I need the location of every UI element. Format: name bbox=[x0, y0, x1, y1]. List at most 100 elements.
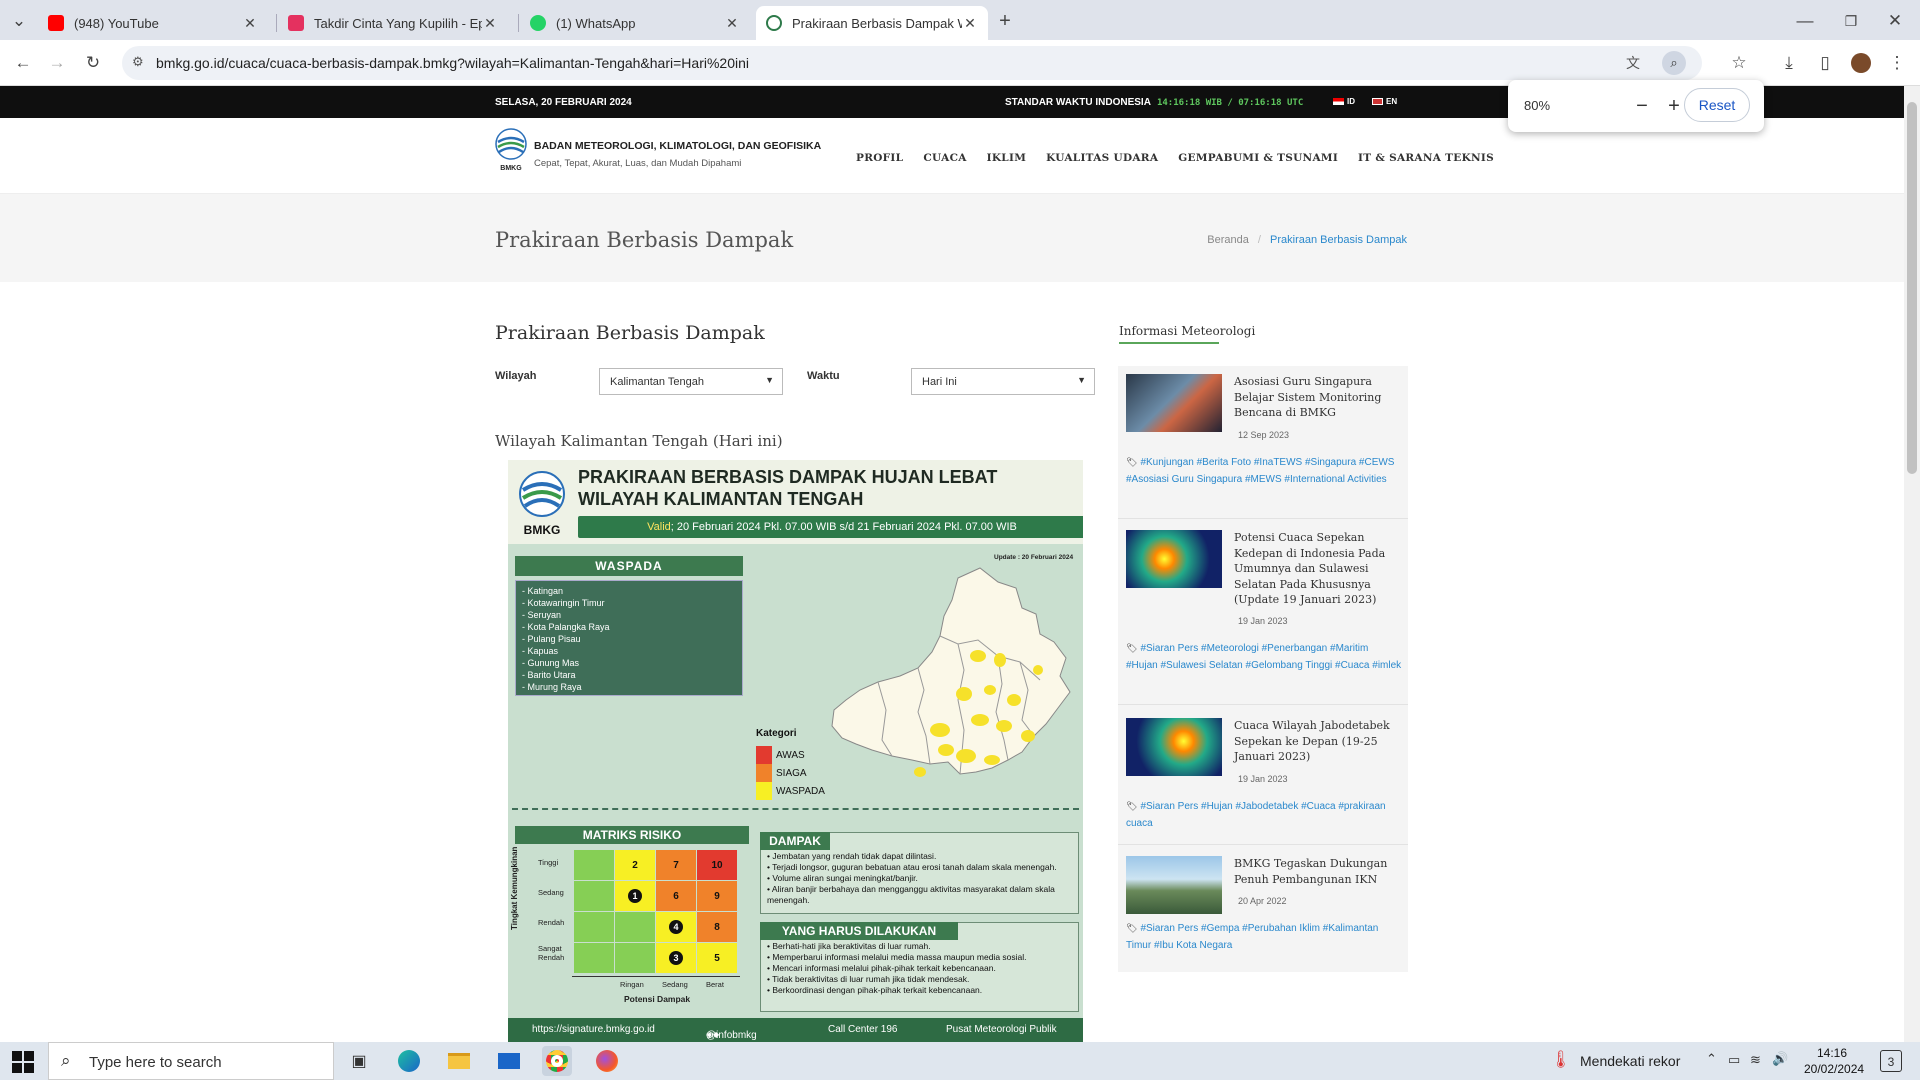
volume-icon[interactable]: 🔊 bbox=[1772, 1051, 1788, 1067]
breadcrumb-home[interactable]: Beranda bbox=[1207, 234, 1249, 246]
news-tags[interactable]: 🏷 #Siaran Pers #Meteorologi #Penerbangan … bbox=[1126, 640, 1402, 674]
list-item: • Berkoordinasi dengan pihak-pihak terka… bbox=[767, 985, 983, 995]
windows-start-icon[interactable] bbox=[12, 1051, 34, 1073]
scrollbar-thumb[interactable] bbox=[1907, 102, 1917, 474]
waktu-select[interactable]: Hari Ini ▼ bbox=[911, 368, 1095, 395]
weather-text[interactable]: Mendekati rekor bbox=[1580, 1053, 1680, 1069]
nav-gempabumi[interactable]: GEMPABUMI & TSUNAMI bbox=[1178, 152, 1338, 164]
news-thumbnail[interactable] bbox=[1126, 856, 1222, 914]
region-subtitle: Wilayah Kalimantan Tengah (Hari ini) bbox=[495, 432, 783, 450]
matrix-cell: 5 bbox=[697, 943, 737, 973]
firefox-icon[interactable] bbox=[592, 1046, 622, 1076]
window-close-icon[interactable]: ✕ bbox=[1880, 6, 1910, 36]
breadcrumb-current: Prakiraan Berbasis Dampak bbox=[1270, 234, 1407, 246]
nav-cuaca[interactable]: CUACA bbox=[923, 152, 966, 164]
reload-icon[interactable]: ↻ bbox=[78, 48, 108, 78]
lang-id-link[interactable]: ID bbox=[1333, 97, 1355, 106]
back-icon[interactable]: ← bbox=[8, 48, 38, 78]
taskbar-search[interactable]: ⌕ Type here to search bbox=[48, 1042, 334, 1080]
close-icon[interactable]: ✕ bbox=[242, 15, 258, 32]
news-title[interactable]: Potensi Cuaca Sepekan Kedepan di Indones… bbox=[1234, 530, 1404, 608]
news-title[interactable]: Cuaca Wilayah Jabodetabek Sepekan ke Dep… bbox=[1234, 718, 1404, 765]
news-thumbnail[interactable] bbox=[1126, 374, 1222, 432]
notification-icon[interactable]: 3 bbox=[1880, 1050, 1902, 1072]
tab-youtube[interactable]: (948) YouTube ✕ bbox=[38, 6, 268, 40]
zoom-out-button[interactable]: − bbox=[1628, 92, 1656, 120]
tab-search-chevron-icon[interactable]: ⌄ bbox=[4, 6, 34, 36]
download-icon[interactable]: ⤓ bbox=[1774, 48, 1804, 78]
tray-chevron-icon[interactable]: ⌃ bbox=[1706, 1051, 1717, 1067]
tab-title: Takdir Cinta Yang Kupilih - Episo bbox=[314, 15, 482, 31]
bmkg-icon bbox=[766, 15, 782, 31]
news-tags[interactable]: 🏷 #Siaran Pers #Hujan #Jabodetabek #Cuaca… bbox=[1126, 798, 1402, 832]
restore-icon[interactable]: ❐ bbox=[1836, 6, 1866, 36]
tag-icon: 🏷 bbox=[1126, 801, 1138, 811]
harus-header: YANG HARUS DILAKUKAN bbox=[760, 922, 958, 940]
vertical-scrollbar[interactable] bbox=[1904, 86, 1920, 1042]
infographic-title: PRAKIRAAN BERBASIS DAMPAK HUJAN LEBAT WI… bbox=[578, 467, 998, 509]
zoom-reset-button[interactable]: Reset bbox=[1684, 88, 1750, 122]
forward-icon[interactable]: → bbox=[42, 48, 72, 78]
footer-url: https://signature.bmkg.go.id bbox=[532, 1024, 655, 1035]
list-item: - Seruyan bbox=[522, 610, 562, 620]
nav-iklim[interactable]: IKLIM bbox=[987, 152, 1026, 164]
tags-text[interactable]: #Siaran Pers #Gempa #Perubahan Iklim #Ka… bbox=[1126, 923, 1378, 951]
news-thumbnail[interactable] bbox=[1126, 718, 1222, 776]
new-tab-icon[interactable]: + bbox=[990, 6, 1020, 36]
matrix-ylabel: Tingkat Kemungkinan bbox=[510, 846, 519, 930]
clock[interactable]: 14:16 20/02/2024 bbox=[1804, 1045, 1864, 1077]
kategori-waspada: WASPADA bbox=[776, 786, 825, 797]
nav-it-sarana[interactable]: IT & SARANA TEKNIS bbox=[1358, 152, 1494, 164]
device-icon[interactable]: ▭ bbox=[1728, 1052, 1740, 1068]
translate-icon[interactable]: 文 bbox=[1626, 53, 1640, 73]
close-icon[interactable]: ✕ bbox=[962, 15, 978, 32]
menu-icon[interactable]: ⋮ bbox=[1882, 48, 1912, 78]
news-thumbnail[interactable] bbox=[1126, 530, 1222, 588]
bookmark-star-icon[interactable]: ☆ bbox=[1724, 48, 1754, 78]
list-item: - Barito Utara bbox=[522, 670, 576, 680]
tags-text[interactable]: #Siaran Pers #Meteorologi #Penerbangan #… bbox=[1126, 643, 1401, 671]
minimize-icon[interactable]: — bbox=[1790, 6, 1820, 36]
list-item: • Mencari informasi melalui pihak-pihak … bbox=[767, 963, 996, 973]
mail-icon[interactable] bbox=[494, 1046, 524, 1076]
news-tags[interactable]: 🏷 #Siaran Pers #Gempa #Perubahan Iklim #K… bbox=[1126, 920, 1402, 954]
list-item: • Terjadi longsor, guguran bebatuan atau… bbox=[767, 862, 1057, 872]
matrix-row-label: Tinggi bbox=[538, 858, 559, 867]
news-title[interactable]: BMKG Tegaskan Dukungan Penuh Pembangunan… bbox=[1234, 856, 1404, 887]
list-item: • Tidak beraktivitas di luar rumah jika … bbox=[767, 974, 970, 984]
tab-whatsapp[interactable]: (1) WhatsApp ✕ bbox=[520, 6, 750, 40]
nav-kualitas-udara[interactable]: KUALITAS UDARA bbox=[1046, 152, 1158, 164]
zoom-icon[interactable]: ⌕ bbox=[1662, 51, 1686, 75]
chrome-icon[interactable] bbox=[542, 1046, 572, 1076]
edge-icon[interactable] bbox=[394, 1046, 424, 1076]
address-bar[interactable]: ⚙ bmkg.go.id/cuaca/cuaca-berbasis-dampak… bbox=[122, 46, 1702, 80]
avatar[interactable] bbox=[1846, 48, 1876, 78]
web-page: SELASA, 20 FEBRUARI 2024 STANDAR WAKTU I… bbox=[0, 86, 1904, 1042]
wifi-icon[interactable]: ≋ bbox=[1750, 1052, 1761, 1068]
side-panel-icon[interactable]: ▯ bbox=[1810, 48, 1840, 78]
lang-en-link[interactable]: EN bbox=[1372, 97, 1397, 106]
close-icon[interactable]: ✕ bbox=[482, 15, 498, 32]
tab-bmkg-active[interactable]: Prakiraan Berbasis Dampak Wila ✕ bbox=[756, 6, 988, 40]
tags-text[interactable]: #Siaran Pers #Hujan #Jabodetabek #Cuaca … bbox=[1126, 801, 1386, 829]
bmkg-logo[interactable]: BMKG bbox=[495, 128, 527, 172]
close-icon[interactable]: ✕ bbox=[724, 15, 740, 32]
file-explorer-icon[interactable] bbox=[444, 1046, 474, 1076]
tag-icon: 🏷 bbox=[1126, 643, 1138, 653]
matrix-dot: 3 bbox=[669, 951, 683, 965]
wilayah-select[interactable]: Kalimantan Tengah ▼ bbox=[599, 368, 783, 395]
news-tags[interactable]: 🏷 #Kunjungan #Berita Foto #InaTEWS #Singa… bbox=[1126, 454, 1402, 488]
awas-swatch bbox=[756, 746, 772, 764]
weather-icon[interactable]: 🌡 bbox=[1550, 1050, 1572, 1070]
site-info-icon[interactable]: ⚙ bbox=[132, 54, 144, 70]
nav-profil[interactable]: PROFIL bbox=[856, 152, 903, 164]
tab-vidio[interactable]: Takdir Cinta Yang Kupilih - Episo ✕ bbox=[278, 6, 508, 40]
time-label: STANDAR WAKTU INDONESIA bbox=[1005, 97, 1151, 108]
matrix-col-label: Sedang bbox=[662, 980, 688, 989]
tab-title: Prakiraan Berbasis Dampak Wila bbox=[792, 15, 962, 31]
flag-uk-icon bbox=[1372, 98, 1383, 105]
news-title[interactable]: Asosiasi Guru Singapura Belajar Sistem M… bbox=[1234, 374, 1404, 421]
task-view-icon[interactable]: ▣ bbox=[344, 1046, 374, 1076]
zoom-popup: 80% − + Reset bbox=[1508, 80, 1764, 132]
tags-text[interactable]: #Kunjungan #Berita Foto #InaTEWS #Singap… bbox=[1126, 457, 1394, 485]
